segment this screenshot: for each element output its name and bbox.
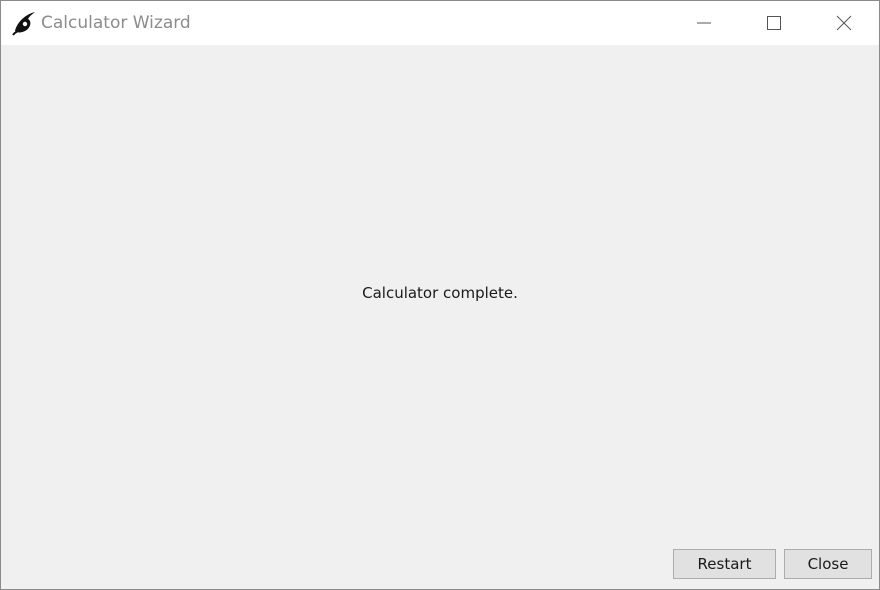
close-icon (836, 15, 852, 31)
window-title: Calculator Wizard (41, 13, 191, 33)
title-bar[interactable]: Calculator Wizard (1, 1, 879, 45)
restart-button[interactable]: Restart (673, 549, 776, 579)
minimize-icon (696, 15, 712, 31)
swirl-logo-icon (12, 10, 36, 36)
close-window-button[interactable] (821, 1, 867, 45)
completion-message: Calculator complete. (362, 284, 518, 302)
maximize-icon (766, 15, 782, 31)
wizard-window: Calculator Wizard Calculator complete. R… (0, 0, 880, 590)
wizard-content: Calculator complete. Restart Close (1, 45, 879, 589)
maximize-button[interactable] (751, 1, 797, 45)
minimize-button[interactable] (681, 1, 727, 45)
close-button[interactable]: Close (784, 549, 872, 579)
